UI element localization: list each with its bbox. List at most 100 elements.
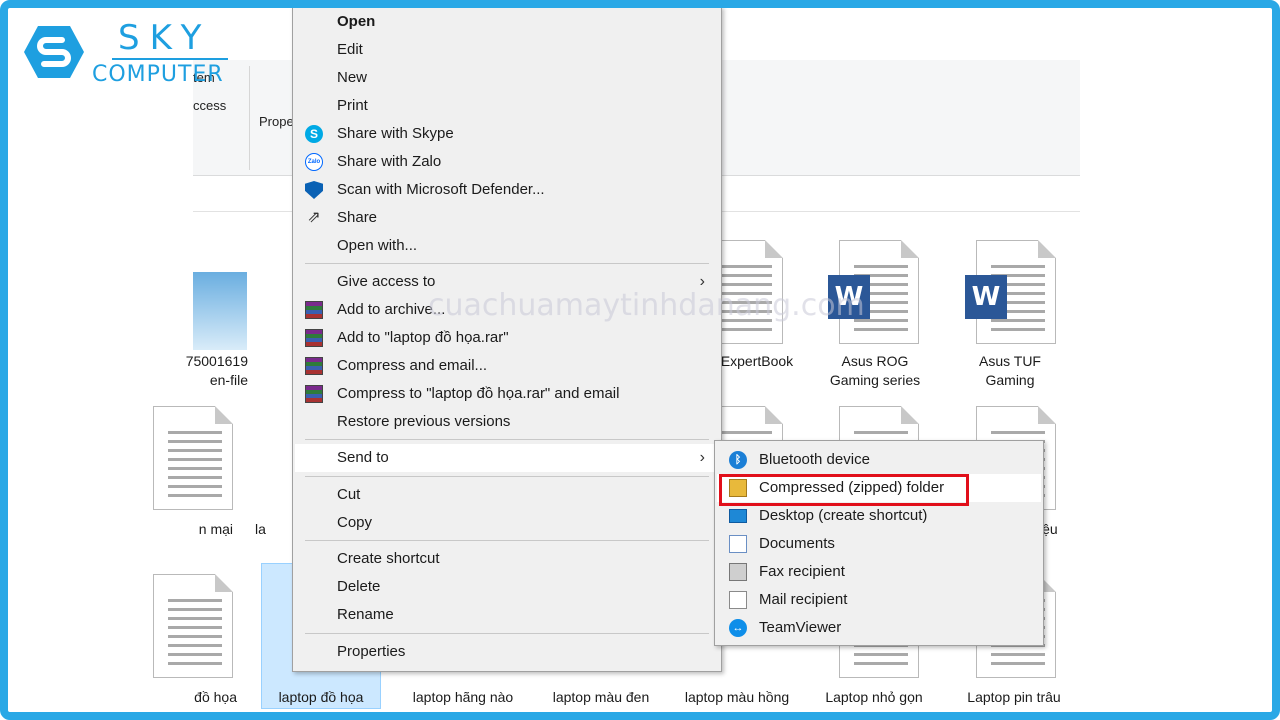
menu-item-label: Edit: [337, 41, 363, 58]
word-doc-icon: W: [828, 240, 919, 344]
word-doc-icon: [153, 406, 233, 510]
menu-item-label: Share with Skype: [337, 125, 454, 142]
file-label[interactable]: laptop màu hồng: [669, 688, 805, 707]
logo-text-sky: SKY: [118, 18, 212, 58]
menu-item-label: Cut: [337, 486, 361, 503]
menu-item-label: New: [337, 69, 368, 86]
menu-item-label: Restore previous versions: [337, 413, 511, 430]
zalo-icon: Zalo: [305, 153, 323, 171]
logo-divider: [112, 58, 228, 60]
mail-icon: [729, 591, 747, 609]
send-to-mail[interactable]: Mail recipient: [717, 586, 1041, 614]
desktop-icon: [729, 509, 747, 523]
file-label[interactable]: laptop màu đen: [541, 688, 661, 707]
sky-computer-logo: SKY COMPUTER: [22, 18, 232, 88]
winrar-icon: [305, 357, 323, 375]
send-to-teamviewer[interactable]: ↔ TeamViewer: [717, 614, 1041, 642]
send-to-documents[interactable]: Documents: [717, 530, 1041, 558]
send-to-fax[interactable]: Fax recipient: [717, 558, 1041, 586]
ribbon-access-label[interactable]: ccess: [193, 98, 226, 113]
menu-item-share-skype[interactable]: S Share with Skype: [295, 120, 719, 148]
menu-item-copy[interactable]: Copy: [295, 509, 719, 537]
share-icon: ⇗: [307, 209, 321, 226]
menu-item-delete[interactable]: Delete: [295, 573, 719, 601]
submenu-item-label: Desktop (create shortcut): [759, 507, 928, 524]
menu-separator: [305, 633, 709, 634]
file-label[interactable]: Laptop pin trâu: [951, 688, 1077, 707]
file-label[interactable]: laptop đồ họa: [261, 688, 381, 707]
menu-item-label: Open with...: [337, 237, 418, 254]
menu-item-send-to[interactable]: Send to ›: [295, 444, 719, 472]
menu-item-cut[interactable]: Cut: [295, 481, 719, 509]
file-label[interactable]: 75001619 en-file: [123, 352, 248, 390]
send-to-desktop[interactable]: Desktop (create shortcut): [717, 502, 1041, 530]
menu-item-label: Compress to "laptop đồ họa.rar" and emai…: [337, 385, 620, 402]
menu-item-compress-email[interactable]: Compress and email...: [295, 352, 719, 380]
menu-item-give-access[interactable]: Give access to ›: [295, 268, 719, 296]
menu-item-label: Give access to: [337, 273, 436, 290]
file-label[interactable]: Asus ROG Gaming series: [815, 352, 935, 390]
logo-mark-icon: [24, 26, 84, 78]
file-label[interactable]: laptop hãng nào: [397, 688, 529, 707]
winrar-icon: [305, 329, 323, 347]
file-label[interactable]: Asus TUF Gaming: [950, 352, 1070, 390]
menu-item-share-zalo[interactable]: Zalo Share with Zalo: [295, 148, 719, 176]
submenu-item-label: Mail recipient: [759, 591, 848, 608]
word-badge-icon: W: [828, 275, 870, 319]
menu-item-label: Send to: [337, 449, 389, 466]
menu-item-share[interactable]: ⇗ Share: [295, 204, 719, 232]
menu-separator: [305, 476, 709, 477]
menu-item-properties[interactable]: Properties: [295, 638, 719, 666]
menu-item-open-with[interactable]: Open with...: [295, 232, 719, 260]
file-label[interactable]: iệu: [1039, 520, 1079, 539]
menu-item-label: Properties: [337, 643, 406, 660]
menu-item-rename[interactable]: Rename: [295, 601, 719, 629]
word-badge-icon: W: [965, 275, 1007, 319]
menu-item-label: Copy: [337, 514, 373, 531]
menu-separator: [305, 439, 709, 440]
menu-item-compress-rar-email[interactable]: Compress to "laptop đồ họa.rar" and emai…: [295, 380, 719, 408]
chevron-right-icon: ›: [699, 273, 705, 290]
bluetooth-icon: ᛒ: [729, 451, 747, 469]
context-menu: Open Edit New Print S Share with Skype Za…: [292, 6, 722, 672]
menu-item-label: Delete: [337, 578, 381, 595]
menu-item-label: Scan with Microsoft Defender...: [337, 181, 545, 198]
menu-separator: [305, 540, 709, 541]
word-doc-icon: [153, 574, 233, 678]
menu-item-edit[interactable]: Edit: [295, 36, 719, 64]
menu-item-label: Add to "laptop đồ họa.rar": [337, 329, 509, 346]
submenu-item-label: Documents: [759, 535, 835, 552]
submenu-item-label: Fax recipient: [759, 563, 845, 580]
winrar-icon: [305, 301, 323, 319]
menu-item-label: Create shortcut: [337, 550, 440, 567]
teamviewer-icon: ↔: [729, 619, 747, 637]
menu-item-add-to-rar[interactable]: Add to "laptop đồ họa.rar": [295, 324, 719, 352]
file-label[interactable]: Laptop nhỏ gọn: [813, 688, 935, 707]
image-thumbnail: [193, 272, 247, 350]
menu-item-print[interactable]: Print: [295, 92, 719, 120]
send-to-submenu: ᛒ Bluetooth device Compressed (zipped) fo…: [714, 440, 1044, 646]
ribbon-properties-label[interactable]: Prope: [259, 114, 294, 129]
send-to-bluetooth[interactable]: ᛒ Bluetooth device: [717, 446, 1041, 474]
menu-item-label: Add to archive...: [337, 301, 446, 318]
menu-item-create-shortcut[interactable]: Create shortcut: [295, 545, 719, 573]
menu-separator: [305, 263, 709, 264]
menu-item-label: Print: [337, 97, 368, 114]
menu-item-label: Share: [337, 209, 378, 226]
submenu-item-label: Bluetooth device: [759, 451, 870, 468]
ribbon-separator: [249, 66, 250, 170]
menu-item-scan-defender[interactable]: Scan with Microsoft Defender...: [295, 176, 719, 204]
fax-icon: [729, 563, 747, 581]
highlight-box: [719, 474, 969, 506]
chevron-right-icon: ›: [699, 449, 705, 466]
file-label[interactable]: n mại: [133, 520, 233, 539]
menu-item-restore-versions[interactable]: Restore previous versions: [295, 408, 719, 436]
word-doc-icon: W: [965, 240, 1056, 344]
menu-item-add-archive[interactable]: Add to archive...: [295, 296, 719, 324]
menu-item-label: Share with Zalo: [337, 153, 442, 170]
menu-item-open[interactable]: Open: [295, 8, 719, 36]
documents-icon: [729, 535, 747, 553]
menu-item-new[interactable]: New: [295, 64, 719, 92]
file-label[interactable]: đồ họa: [133, 688, 237, 707]
menu-item-label: Rename: [337, 606, 394, 623]
